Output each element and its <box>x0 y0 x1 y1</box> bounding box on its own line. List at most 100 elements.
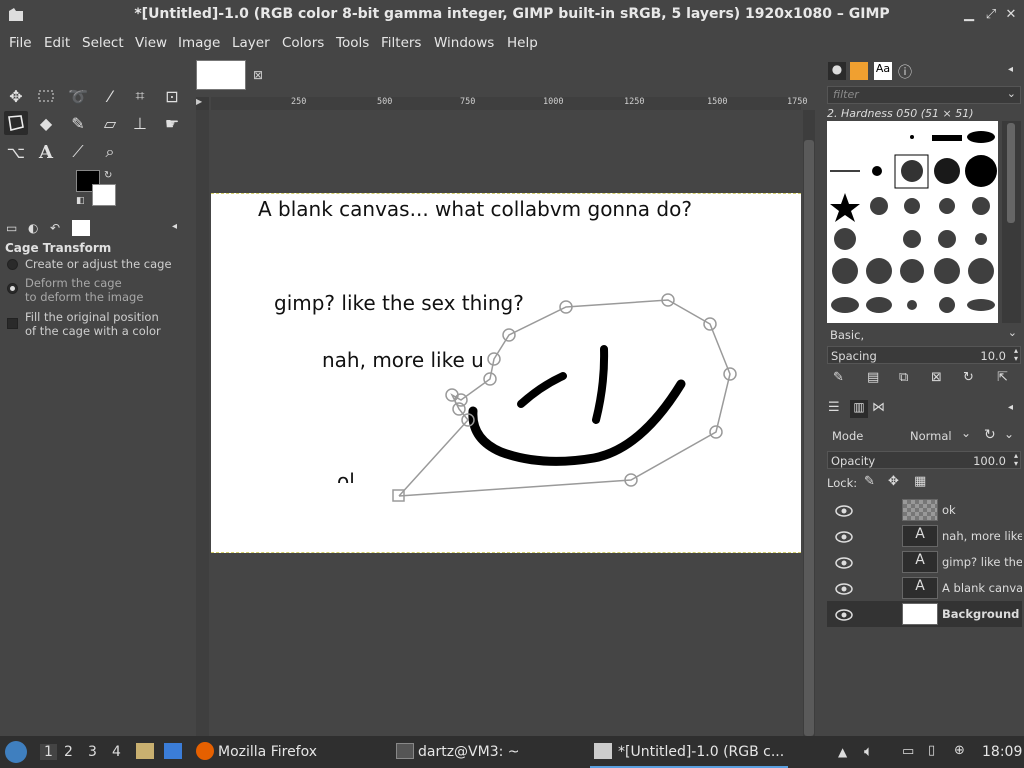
lock-position-icon[interactable]: ✥ <box>888 474 899 489</box>
desktop-icon[interactable] <box>164 743 182 759</box>
menu-filters[interactable]: Filters <box>381 35 421 51</box>
mode-extra-dropdown-icon[interactable]: ⌄ <box>1004 427 1014 441</box>
image-tab[interactable] <box>196 60 246 90</box>
default-colors-icon[interactable]: ◧ <box>76 196 85 206</box>
brushes-tab-icon[interactable]: ● <box>828 62 846 80</box>
unified-transform-tool-icon[interactable]: ⊡ <box>160 84 184 108</box>
workspace-2[interactable]: 2 <box>64 744 73 760</box>
layer-row-selected[interactable]: Background <box>827 601 1022 627</box>
undo-history-tab-icon[interactable]: ↶ <box>50 221 60 235</box>
fill-original-label-1[interactable]: Fill the original position <box>25 310 159 324</box>
ruler-corner-button[interactable]: ▶ <box>196 97 209 110</box>
edit-brush-icon[interactable]: ✎ <box>833 370 844 385</box>
tool-options-tab-icon[interactable]: ▭ <box>6 221 17 235</box>
menu-file[interactable]: File <box>9 35 32 51</box>
eye-icon[interactable] <box>835 607 853 621</box>
eye-icon[interactable] <box>835 581 853 595</box>
opacity-stepper-icon[interactable]: ▴ ▾ <box>1014 452 1018 468</box>
eye-icon[interactable] <box>835 555 853 569</box>
network-icon[interactable]: ▭ <box>902 744 914 759</box>
workspace-4[interactable]: 4 <box>112 744 121 760</box>
bucket-fill-tool-icon[interactable]: ◆ <box>34 111 58 135</box>
lasso-tool-icon[interactable]: ➰ <box>66 84 90 108</box>
filter-dropdown-icon[interactable]: ⌄ <box>1007 87 1016 100</box>
eye-icon[interactable] <box>835 529 853 543</box>
minimize-icon[interactable]: ▁ <box>962 8 976 22</box>
taskbar-firefox[interactable]: Mozilla Firefox <box>218 744 317 760</box>
crop-tool-icon[interactable]: ⌗ <box>128 84 152 108</box>
channels-tab-icon[interactable]: ▥ <box>850 400 868 418</box>
images-tab-icon[interactable] <box>72 220 90 236</box>
layers-dock-menu-icon[interactable]: ◂ <box>1008 402 1013 413</box>
new-brush-icon[interactable]: ▤ <box>867 370 879 385</box>
mode-select[interactable]: Normal ⌄ <box>908 425 973 447</box>
workspace-1[interactable]: 1 <box>40 744 57 760</box>
start-menu-icon[interactable] <box>5 741 27 763</box>
menu-help[interactable]: Help <box>507 35 538 51</box>
mode-dropdown-icon[interactable]: ⌄ <box>961 426 971 440</box>
scrollbar-thumb[interactable] <box>804 140 814 736</box>
vertical-scrollbar[interactable] <box>803 110 815 736</box>
menu-select[interactable]: Select <box>82 35 124 51</box>
eraser-tool-icon[interactable]: ▱ <box>98 111 122 135</box>
create-cage-label[interactable]: Create or adjust the cage <box>25 257 172 271</box>
text-tool-icon[interactable]: A <box>34 140 58 164</box>
layer-row[interactable]: ok <box>827 497 1022 523</box>
lock-alpha-icon[interactable]: ▦ <box>914 474 926 489</box>
clipboard-icon[interactable]: ▯ <box>928 743 935 758</box>
zoom-tool-icon[interactable]: ⌕ <box>98 140 122 164</box>
brush-grid-scrollbar[interactable] <box>1002 121 1021 323</box>
patterns-tab-icon[interactable] <box>850 62 868 80</box>
clone-tool-icon[interactable]: ⊥ <box>128 111 152 135</box>
layer-row[interactable]: A nah, more like u <box>827 523 1022 549</box>
close-image-tab-icon[interactable]: ⊠ <box>253 68 263 82</box>
brush-tag-select[interactable]: Basic, ⌄ <box>827 326 1021 344</box>
menu-view[interactable]: View <box>135 35 167 51</box>
paths-tool-icon[interactable]: ⌥ <box>4 140 28 164</box>
menu-windows[interactable]: Windows <box>434 35 494 51</box>
vertical-ruler[interactable] <box>196 110 209 736</box>
smudge-tool-icon[interactable]: ☛ <box>160 111 184 135</box>
layer-row[interactable]: A A blank canvas <box>827 575 1022 601</box>
mode-reset-icon[interactable]: ↻ <box>984 427 996 443</box>
brushes-dock-menu-icon[interactable]: ◂ <box>1008 64 1013 75</box>
help-tab-icon[interactable]: ⓘ <box>898 62 912 82</box>
brush-grid[interactable] <box>827 121 998 323</box>
swap-colors-icon[interactable]: ↻ <box>104 170 112 181</box>
image-canvas[interactable]: A blank canvas... what collabvm gonna do… <box>211 193 801 553</box>
horizontal-ruler[interactable]: 250 500 750 1000 1250 1500 1750 <box>211 97 807 110</box>
menu-layer[interactable]: Layer <box>232 35 270 51</box>
layers-tab-icon[interactable]: ☰ <box>828 400 840 415</box>
spacing-stepper-icon[interactable]: ▴ ▾ <box>1014 347 1018 363</box>
layer-row[interactable]: A gimp? like the sex thing? <box>827 549 1022 575</box>
cage-transform-tool-icon[interactable] <box>4 111 28 135</box>
menu-colors[interactable]: Colors <box>282 35 324 51</box>
workspace-3[interactable]: 3 <box>88 744 97 760</box>
deform-cage-radio[interactable] <box>7 283 18 294</box>
fuzzy-select-tool-icon[interactable]: ⁄ <box>98 84 122 108</box>
maximize-icon[interactable]: ⤢ <box>984 8 998 22</box>
tray-up-icon[interactable]: ▲ <box>838 745 847 759</box>
background-color-swatch[interactable] <box>92 184 116 206</box>
create-cage-radio[interactable] <box>7 259 18 270</box>
paths-tab-icon[interactable]: ⋈ <box>872 400 885 415</box>
rect-select-tool-icon[interactable] <box>34 84 58 108</box>
fill-original-checkbox[interactable] <box>7 318 18 329</box>
open-brush-icon[interactable]: ⇱ <box>997 370 1008 385</box>
refresh-brushes-icon[interactable]: ↻ <box>963 370 974 385</box>
taskbar-terminal[interactable]: dartz@VM3: ~ <box>418 744 520 760</box>
move-tool-icon[interactable]: ✥ <box>4 84 28 108</box>
spacing-slider[interactable]: Spacing 10.0 ▴ ▾ <box>827 346 1021 364</box>
brush-filter-input[interactable]: filter ⌄ <box>827 86 1021 104</box>
paintbrush-tool-icon[interactable]: ✎ <box>66 111 90 135</box>
lock-pixels-icon[interactable]: ✎ <box>864 474 875 489</box>
deform-cage-label-1[interactable]: Deform the cage <box>25 276 122 290</box>
menu-tools[interactable]: Tools <box>336 35 369 51</box>
tab-menu-icon[interactable]: ◂ <box>172 221 177 232</box>
volume-icon[interactable]: 🔈︎ <box>864 742 873 760</box>
opacity-slider[interactable]: Opacity 100.0 ▴ ▾ <box>827 451 1021 469</box>
menu-edit[interactable]: Edit <box>44 35 70 51</box>
duplicate-brush-icon[interactable]: ⧉ <box>899 370 908 385</box>
device-status-tab-icon[interactable]: ◐ <box>28 221 38 235</box>
eye-icon[interactable] <box>835 503 853 517</box>
